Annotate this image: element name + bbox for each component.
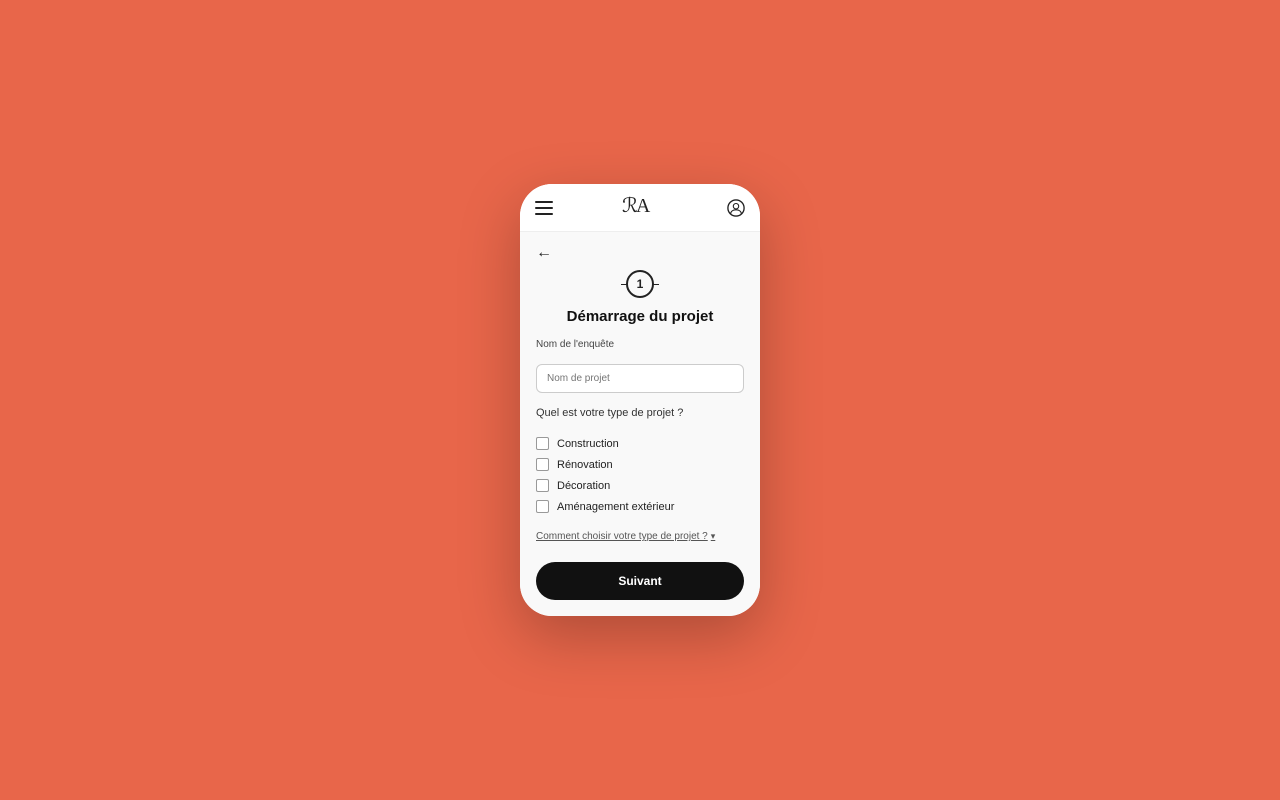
- page-title: Démarrage du projet: [536, 308, 744, 325]
- checkbox-label-construction: Construction: [557, 438, 619, 450]
- content-area: ← 1 Démarrage du projet Nom de l'enquête…: [520, 232, 760, 616]
- help-link-text: Comment choisir votre type de projet ?: [536, 531, 708, 542]
- checkbox-label-amenagement: Aménagement extérieur: [557, 501, 674, 513]
- step-circle: 1: [626, 270, 654, 298]
- step-indicator: 1: [536, 270, 744, 298]
- checkbox-item-decoration[interactable]: Décoration: [536, 479, 744, 492]
- back-button[interactable]: ←: [536, 244, 744, 262]
- logo: ℛA: [622, 194, 658, 221]
- checkbox-label-renovation: Rénovation: [557, 459, 613, 471]
- checkbox-construction[interactable]: [536, 437, 549, 450]
- chevron-down-icon: ▾: [711, 531, 716, 542]
- project-type-question: Quel est votre type de projet ?: [536, 407, 744, 419]
- back-arrow-icon: ←: [536, 244, 552, 262]
- checkbox-amenagement[interactable]: [536, 500, 549, 513]
- project-name-input[interactable]: [536, 364, 744, 393]
- checkbox-renovation[interactable]: [536, 458, 549, 471]
- checkbox-item-construction[interactable]: Construction: [536, 437, 744, 450]
- checkbox-item-amenagement[interactable]: Aménagement extérieur: [536, 500, 744, 513]
- svg-text:ℛA: ℛA: [622, 195, 651, 216]
- nav-bar: ℛA: [520, 184, 760, 232]
- help-link[interactable]: Comment choisir votre type de projet ? ▾: [536, 531, 744, 542]
- checkbox-label-decoration: Décoration: [557, 480, 610, 492]
- submit-button[interactable]: Suivant: [536, 562, 744, 600]
- field-label: Nom de l'enquête: [536, 339, 744, 350]
- step-number: 1: [637, 277, 644, 291]
- form-section: Nom de l'enquête Quel est votre type de …: [536, 339, 744, 542]
- checkbox-list: Construction Rénovation Décoration Aména…: [536, 437, 744, 513]
- phone-frame: ℛA ← 1 Démarrage du projet Nom d: [520, 184, 760, 616]
- user-icon[interactable]: [726, 198, 746, 218]
- checkbox-item-renovation[interactable]: Rénovation: [536, 458, 744, 471]
- menu-icon[interactable]: [534, 198, 554, 218]
- checkbox-decoration[interactable]: [536, 479, 549, 492]
